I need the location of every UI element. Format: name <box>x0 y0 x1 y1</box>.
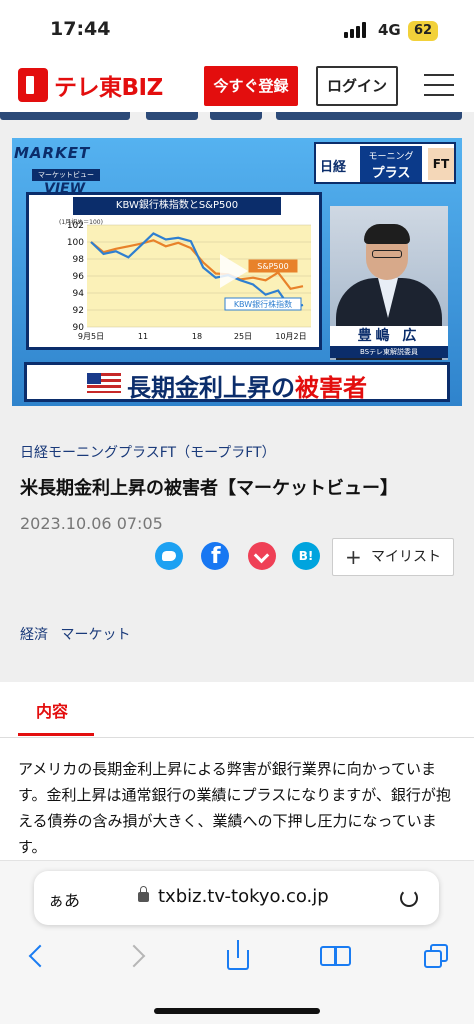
share-icon[interactable] <box>220 938 256 974</box>
chart-x-tick: 25日 <box>234 332 252 341</box>
chart-x-tick: 10月2日 <box>275 332 306 341</box>
divider <box>0 737 474 738</box>
browser-toolbar <box>0 938 474 978</box>
chart-y-tick: 94 <box>73 289 85 299</box>
site-logo[interactable]: テレ東BIZ <box>18 68 163 102</box>
logo-mark-icon <box>18 68 48 102</box>
chart-series-label: S&P500 <box>257 262 288 271</box>
register-button[interactable]: 今すぐ登録 <box>204 66 298 106</box>
site-header: テレ東BIZ 今すぐ登録 ログイン <box>0 60 474 112</box>
reader-options-button[interactable]: ぁあ <box>48 887 80 911</box>
chart-y-tick: 98 <box>73 255 85 265</box>
chart-x-tick: 11 <box>138 332 148 341</box>
login-button[interactable]: ログイン <box>316 66 398 106</box>
program-logo: 日経 モーニング プラス FT <box>314 142 456 184</box>
tag-link[interactable]: 経済 <box>20 627 48 643</box>
pocket-share-icon[interactable] <box>248 542 276 570</box>
program-link[interactable]: 日経モーニングプラスFT（モープラFT） <box>20 442 276 462</box>
category-nav-stub <box>0 112 474 124</box>
tab-content[interactable]: 内容 <box>18 682 94 736</box>
article-tags: 経済 マーケット <box>20 624 138 644</box>
presenter-caption: 豊嶋 広 BSテレ東解説委員 <box>330 326 448 360</box>
tabs-icon[interactable] <box>420 938 456 974</box>
logo-text: テレ東BIZ <box>54 75 163 101</box>
hamburger-icon[interactable] <box>424 74 454 98</box>
url-text[interactable]: txbiz.tv-tokyo.co.jp <box>158 886 329 907</box>
chart-series-label: KBW銀行株指数 <box>234 299 292 309</box>
address-bar[interactable]: ぁあ txbiz.tv-tokyo.co.jp <box>34 871 439 925</box>
tag-link[interactable]: マーケット <box>60 627 130 643</box>
signal-icon <box>344 22 366 38</box>
article-description: アメリカの長期金利上昇による弊害が銀行業界に向かっています。金利上昇は通常銀行の… <box>18 760 451 856</box>
play-icon[interactable] <box>220 254 248 288</box>
chart-y-tick: 92 <box>73 306 84 316</box>
plus-icon: + <box>345 545 362 569</box>
chart-y-tick: 100 <box>67 238 84 248</box>
network-label: 4G <box>378 21 401 39</box>
video-banner: 長期金利上昇の被害者 <box>24 362 450 402</box>
article-title: 米長期金利上昇の被害者【マーケットビュー】 <box>20 478 398 499</box>
video-chart: KBW銀行株指数とS&P500 (1月初め＝100) 102 100 98 96 94 9… <box>26 192 322 350</box>
battery-icon: 62 <box>408 21 438 41</box>
back-icon[interactable] <box>20 938 56 974</box>
market-view-logo: MARKET マーケットビュー VIEW <box>14 144 122 197</box>
chart-y-tick: 102 <box>67 221 84 231</box>
us-flag-icon <box>87 373 121 393</box>
article-date: 2023.10.06 07:05 <box>20 514 163 533</box>
status-bar: 17:44 4G 62 <box>0 0 474 60</box>
chart-x-tick: 18 <box>192 332 202 341</box>
mylist-button[interactable]: + マイリスト <box>332 538 454 576</box>
bookmarks-icon[interactable] <box>318 938 354 974</box>
status-time: 17:44 <box>50 18 111 40</box>
home-indicator <box>154 1008 320 1014</box>
forward-icon[interactable] <box>120 938 156 974</box>
chart-x-tick: 9月5日 <box>78 332 104 341</box>
chart-y-tick: 96 <box>73 272 85 282</box>
video-player[interactable]: MARKET マーケットビュー VIEW 日経 モーニング プラス FT KBW銀… <box>12 138 462 406</box>
facebook-share-icon[interactable] <box>201 542 229 570</box>
chart-svg: 10210098969492909月5日 11 18 25日 10月2日S&P500KB… <box>67 221 311 341</box>
reload-icon[interactable] <box>400 889 418 907</box>
lock-icon <box>138 886 149 902</box>
hatena-bookmark-icon[interactable]: B! <box>292 542 320 570</box>
twitter-share-icon[interactable] <box>155 542 183 570</box>
